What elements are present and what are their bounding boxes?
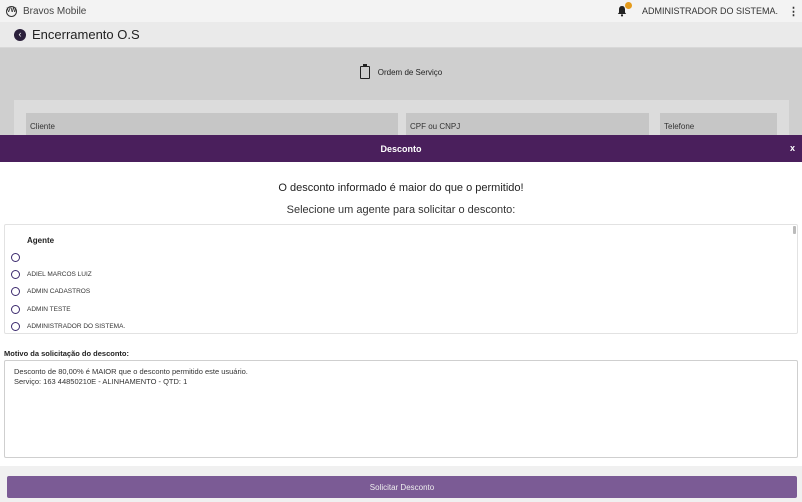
close-button[interactable]: x — [790, 143, 795, 153]
request-discount-button[interactable]: Solicitar Desconto — [7, 476, 797, 498]
back-icon[interactable]: ‹ — [14, 28, 26, 41]
reason-label: Motivo da solicitação do desconto: — [4, 349, 130, 358]
notification-badge — [624, 2, 632, 9]
radio-icon[interactable] — [11, 321, 20, 331]
select-agent-instruction: Selecione um agente para solicitar o des… — [286, 204, 516, 216]
page-title: Encerramento O.S — [32, 27, 140, 42]
os-section-header: Ordem de Serviço — [0, 64, 802, 79]
modal-header: Desconto x — [0, 135, 802, 162]
app-bar-right: ADMINISTRADOR DO SISTEMA. ⋮ — [616, 2, 799, 18]
app-bar: VW Bravos Mobile ADMINISTRADOR DO SISTEM… — [0, 0, 802, 22]
clipboard-icon — [359, 64, 370, 79]
telefone-field[interactable]: Telefone — [660, 113, 777, 136]
title-bar: ‹ Encerramento O.S — [0, 22, 802, 48]
agent-column-header: Agente — [27, 236, 55, 245]
kebab-icon[interactable]: ⋮ — [788, 5, 799, 18]
cliente-label: Cliente — [30, 122, 55, 131]
agent-list-scrollbar[interactable] — [793, 226, 796, 234]
radio-icon[interactable] — [11, 304, 20, 314]
modal-body: O desconto informado é maior do que o pe… — [0, 162, 802, 502]
agent-label: ADMIN CADASTROS — [27, 287, 91, 295]
agent-option[interactable] — [11, 250, 27, 264]
radio-icon[interactable] — [11, 269, 20, 279]
discount-warning: O desconto informado é maior do que o pe… — [278, 182, 524, 194]
agent-option[interactable]: ADIEL MARCOS LUIZ — [11, 267, 92, 281]
agent-label: ADMIN TESTE — [27, 305, 71, 313]
user-name[interactable]: ADMINISTRADOR DO SISTEMA. — [642, 6, 778, 16]
vw-logo-icon: VW — [6, 5, 17, 17]
cliente-field[interactable]: Cliente — [26, 113, 398, 136]
agent-list[interactable]: Agente ADIEL MARCOS LUIZ ADMIN CADASTROS… — [4, 224, 798, 334]
cpf-cnpj-label: CPF ou CNPJ — [410, 122, 461, 131]
agent-label: ADIEL MARCOS LUIZ — [27, 270, 92, 278]
telefone-label: Telefone — [664, 122, 695, 131]
modal-title: Desconto — [380, 143, 422, 154]
agent-label: ADMINISTRADOR DO SISTEMA. — [27, 322, 126, 330]
radio-icon[interactable] — [11, 286, 20, 296]
agent-option[interactable]: ADMIN CADASTROS — [11, 284, 90, 298]
os-section-label: Ordem de Serviço — [377, 68, 443, 77]
radio-icon[interactable] — [11, 252, 20, 262]
agent-option[interactable]: ADMINISTRADOR DO SISTEMA. — [11, 319, 125, 333]
app-name: Bravos Mobile — [23, 5, 87, 17]
reason-textarea[interactable]: Desconto de 80,00% é MAIOR que o descont… — [4, 360, 798, 458]
cpf-cnpj-field[interactable]: CPF ou CNPJ — [406, 113, 649, 136]
bell-icon[interactable] — [616, 2, 632, 17]
agent-option[interactable]: ADMIN TESTE — [11, 302, 71, 316]
